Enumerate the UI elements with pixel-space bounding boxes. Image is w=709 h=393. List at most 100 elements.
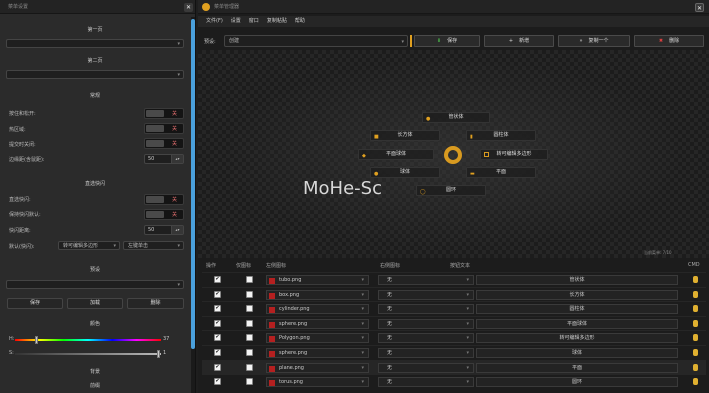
button-text-field[interactable]: 球体 [476, 348, 678, 358]
stepper-icon[interactable]: ▴▾ [171, 155, 183, 163]
icon-only-checkbox[interactable] [246, 349, 253, 356]
torus-icon: ◯ [420, 189, 426, 195]
page1-dropdown[interactable]: ▾ [6, 39, 184, 48]
scrollbar-thumb[interactable] [191, 19, 195, 349]
left-icon-dropdown[interactable]: sphere.png ▾ [266, 318, 369, 329]
button-text-field[interactable]: 平面球体 [476, 318, 678, 329]
cmd-script-icon[interactable] [693, 378, 698, 386]
preset-load-button[interactable]: 加载 [67, 298, 123, 309]
quick-distance-input[interactable]: 50 ▴▾ [144, 225, 184, 235]
icon-only-checkbox[interactable] [246, 319, 253, 327]
menu-settings[interactable]: 设置 [231, 16, 241, 27]
left-icon-dropdown[interactable]: plane.png ▾ [266, 362, 369, 373]
enabled-checkbox[interactable]: ✔ [214, 276, 221, 283]
close-on-submit-toggle[interactable]: 关 [144, 138, 184, 149]
left-icon-dropdown[interactable]: sphere.png ▾ [266, 348, 369, 358]
enabled-checkbox[interactable]: ✔ [214, 334, 221, 342]
quick-default-toggle[interactable]: 关 [144, 209, 184, 220]
left-icon-dropdown[interactable]: box.png ▾ [266, 289, 369, 300]
page2-dropdown[interactable]: ▾ [6, 70, 184, 79]
hot-area-toggle[interactable]: 关 [144, 123, 184, 134]
button-text-field[interactable]: 转可编辑多边形 [476, 333, 678, 344]
saturation-slider-thumb[interactable] [157, 350, 160, 358]
default-action-dropdown[interactable]: 转可编辑多边形 ▾ [58, 241, 120, 250]
left-icon-dropdown[interactable]: Polygon.png ▾ [266, 333, 369, 344]
saturation-slider[interactable] [15, 353, 161, 355]
panel-scrollbar[interactable] [191, 17, 195, 393]
cmd-script-icon[interactable] [693, 363, 698, 371]
delete-button[interactable]: ✖ 删除 [634, 35, 704, 47]
hold-release-toggle[interactable]: 关 [144, 108, 184, 119]
menu-copy-paste[interactable]: 复制粘贴 [267, 16, 287, 27]
radial-item-box[interactable]: ■ 长方体 [370, 130, 440, 141]
icon-only-checkbox[interactable] [246, 378, 253, 386]
close-window-button[interactable]: ✕ [695, 3, 704, 12]
new-button[interactable]: + 新增 [484, 35, 554, 47]
close-panel-button[interactable]: ✕ [184, 3, 193, 12]
button-text-field[interactable]: 管状体 [476, 275, 678, 285]
edge-distance-input[interactable]: 50 ▴▾ [144, 154, 184, 164]
radial-item-geosphere[interactable]: ◆ 平面球体 [358, 149, 434, 160]
stepper-icon[interactable]: ▴▾ [171, 226, 183, 234]
cmd-script-icon[interactable] [693, 276, 698, 283]
enabled-checkbox[interactable]: ✔ [214, 290, 221, 298]
left-icon-dropdown[interactable]: cylinder.png ▾ [266, 304, 369, 315]
enabled-checkbox[interactable]: ✔ [214, 378, 221, 386]
right-icon-dropdown[interactable]: 无 ▾ [378, 304, 474, 315]
icon-only-checkbox[interactable] [246, 276, 253, 283]
enabled-checkbox[interactable]: ✔ [214, 363, 221, 371]
right-icon-dropdown[interactable]: 无 ▾ [378, 275, 474, 285]
close-icon[interactable]: ✕ [186, 4, 191, 11]
enabled-checkbox[interactable]: ✔ [214, 305, 221, 313]
preset-dropdown[interactable]: ▾ [6, 280, 184, 289]
menu-file[interactable]: 文件(F) [206, 16, 223, 27]
button-text-field[interactable]: 圆柱体 [476, 304, 678, 315]
chevron-down-icon: ▾ [361, 277, 364, 283]
enabled-checkbox[interactable]: ✔ [214, 319, 221, 327]
menu-items-table: 操作 仅图标 左侧图标 右侧图标 按钮文本 CMD ✔ tubo.png ▾ 无 ▾ 管状… [202, 262, 706, 393]
right-icon-dropdown[interactable]: 无 ▾ [378, 362, 474, 373]
drag-handle[interactable] [410, 35, 412, 47]
menu-help[interactable]: 帮助 [295, 16, 305, 27]
cmd-script-icon[interactable] [693, 305, 698, 313]
radial-item-editable-poly[interactable]: 转可编辑多边形 [480, 149, 548, 160]
icon-only-checkbox[interactable] [246, 334, 253, 342]
table-row: ✔ Polygon.png ▾ 无 ▾ 转可编辑多边形 [202, 330, 706, 344]
quick-select-toggle[interactable]: 关 [144, 194, 184, 205]
radial-item-torus[interactable]: ◯ 圆环 [416, 185, 486, 196]
preset-selector[interactable]: 创建 ▾ [224, 35, 408, 47]
cmd-script-icon[interactable] [693, 334, 698, 342]
right-icon-dropdown[interactable]: 无 ▾ [378, 377, 474, 388]
menu-window[interactable]: 窗口 [249, 16, 259, 27]
radial-item-tube[interactable]: ● 管状体 [422, 112, 490, 123]
right-icon-dropdown[interactable]: 无 ▾ [378, 348, 474, 358]
duplicate-button[interactable]: » 复制一个 [558, 35, 630, 47]
left-icon-dropdown[interactable]: torus.png ▾ [266, 377, 369, 388]
hue-slider-thumb[interactable] [35, 336, 38, 344]
button-text-field[interactable]: 圆环 [476, 377, 678, 388]
right-icon-dropdown[interactable]: 无 ▾ [378, 289, 474, 300]
icon-only-checkbox[interactable] [246, 290, 253, 298]
cmd-script-icon[interactable] [693, 290, 698, 298]
right-icon-dropdown[interactable]: 无 ▾ [378, 318, 474, 329]
preset-delete-button[interactable]: 删除 [127, 298, 184, 309]
table-row: ✔ torus.png ▾ 无 ▾ 圆环 [202, 374, 706, 388]
button-text-field[interactable]: 平面 [476, 362, 678, 373]
icon-only-checkbox[interactable] [246, 363, 253, 371]
right-icon-dropdown[interactable]: 无 ▾ [378, 333, 474, 344]
default-click-dropdown[interactable]: 左键单击 ▾ [123, 241, 184, 250]
left-icon-dropdown[interactable]: tubo.png ▾ [266, 275, 369, 285]
close-icon[interactable]: ✕ [697, 5, 702, 12]
save-button[interactable]: ⬇ 保存 [414, 35, 480, 47]
button-text-field[interactable]: 长方体 [476, 289, 678, 300]
icon-only-checkbox[interactable] [246, 305, 253, 313]
enabled-checkbox[interactable]: ✔ [214, 349, 221, 356]
cmd-script-icon[interactable] [693, 349, 698, 356]
radial-item-sphere[interactable]: ● 球体 [370, 167, 440, 178]
cmd-script-icon[interactable] [693, 319, 698, 327]
icon-thumbnail [269, 278, 275, 284]
radial-item-cylinder[interactable]: ▮ 圆柱体 [466, 130, 536, 141]
chevron-down-icon: ▾ [361, 320, 364, 327]
preset-save-button[interactable]: 保存 [7, 298, 63, 309]
radial-item-plane[interactable]: ▬ 平面 [466, 167, 536, 178]
